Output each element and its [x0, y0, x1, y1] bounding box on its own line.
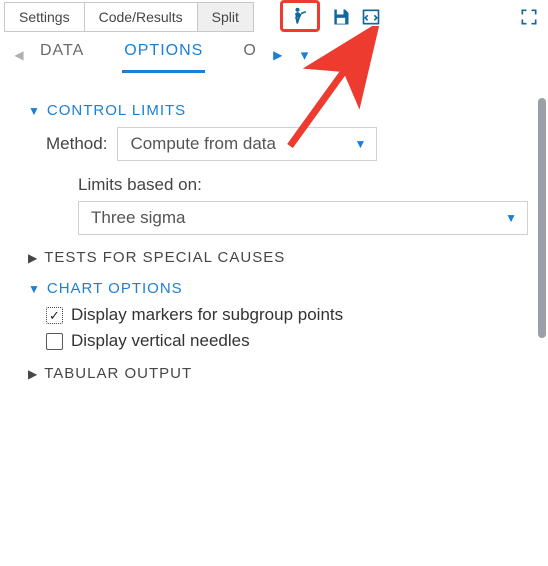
save-button[interactable] [326, 2, 356, 32]
tab-overflow-menu[interactable]: ▾ [301, 46, 309, 64]
split-button[interactable]: Split [198, 2, 254, 32]
code-panel-button[interactable] [356, 2, 386, 32]
section-title: TESTS FOR SPECIAL CAUSES [44, 249, 285, 266]
chevron-down-icon: ▼ [28, 282, 41, 296]
save-icon [331, 7, 351, 27]
limits-select[interactable]: Three sigma ▼ [78, 201, 528, 235]
top-toolbar: Settings Code/Results Split [0, 0, 548, 32]
run-button-highlight [280, 0, 320, 32]
section-title: CONTROL LIMITS [47, 102, 186, 119]
tab-data[interactable]: DATA [38, 36, 86, 73]
limits-value: Three sigma [91, 208, 185, 228]
tab-scroll-left[interactable]: ◀ [10, 48, 28, 62]
section-title: TABULAR OUTPUT [44, 365, 192, 382]
limits-label: Limits based on: [78, 175, 528, 195]
display-needles-label: Display vertical needles [71, 331, 250, 351]
settings-button[interactable]: Settings [4, 2, 85, 32]
code-results-button[interactable]: Code/Results [85, 2, 198, 32]
method-value: Compute from data [130, 134, 276, 154]
method-select[interactable]: Compute from data ▼ [117, 127, 377, 161]
chart-options-body: Display markers for subgroup points Disp… [28, 305, 528, 351]
section-tabular-output[interactable]: ▶ TABULAR OUTPUT [28, 365, 528, 382]
view-segmented-control: Settings Code/Results Split [4, 2, 254, 32]
section-control-limits[interactable]: ▼ CONTROL LIMITS [28, 102, 528, 119]
tab-strip: ◀ DATA OPTIONS O ▶ ▾ [0, 32, 548, 74]
chevron-right-icon: ▶ [28, 367, 38, 381]
control-limits-body: Method: Compute from data ▼ Limits based… [28, 127, 528, 235]
tab-options[interactable]: OPTIONS [122, 36, 205, 73]
tab-truncated[interactable]: O [241, 36, 258, 73]
run-icon [290, 6, 310, 26]
code-panel-icon [361, 7, 381, 27]
chevron-down-icon: ▼ [355, 137, 367, 151]
chevron-right-icon: ▶ [28, 251, 38, 265]
section-tests-special-causes[interactable]: ▶ TESTS FOR SPECIAL CAUSES [28, 249, 528, 266]
display-markers-label: Display markers for subgroup points [71, 305, 343, 325]
section-chart-options[interactable]: ▼ CHART OPTIONS [28, 280, 528, 297]
chevron-down-icon: ▼ [28, 104, 41, 118]
fullscreen-icon [519, 7, 539, 27]
section-title: CHART OPTIONS [47, 280, 183, 297]
display-markers-checkbox[interactable] [46, 307, 63, 324]
fullscreen-button[interactable] [514, 2, 544, 32]
chevron-down-icon: ▼ [505, 211, 517, 225]
tab-scroll-right[interactable]: ▶ [269, 48, 287, 62]
run-button[interactable] [285, 6, 315, 26]
display-needles-checkbox[interactable] [46, 333, 63, 350]
options-pane: ▼ CONTROL LIMITS Method: Compute from da… [0, 74, 548, 382]
scrollbar-thumb[interactable] [538, 98, 546, 338]
method-label: Method: [46, 134, 107, 154]
